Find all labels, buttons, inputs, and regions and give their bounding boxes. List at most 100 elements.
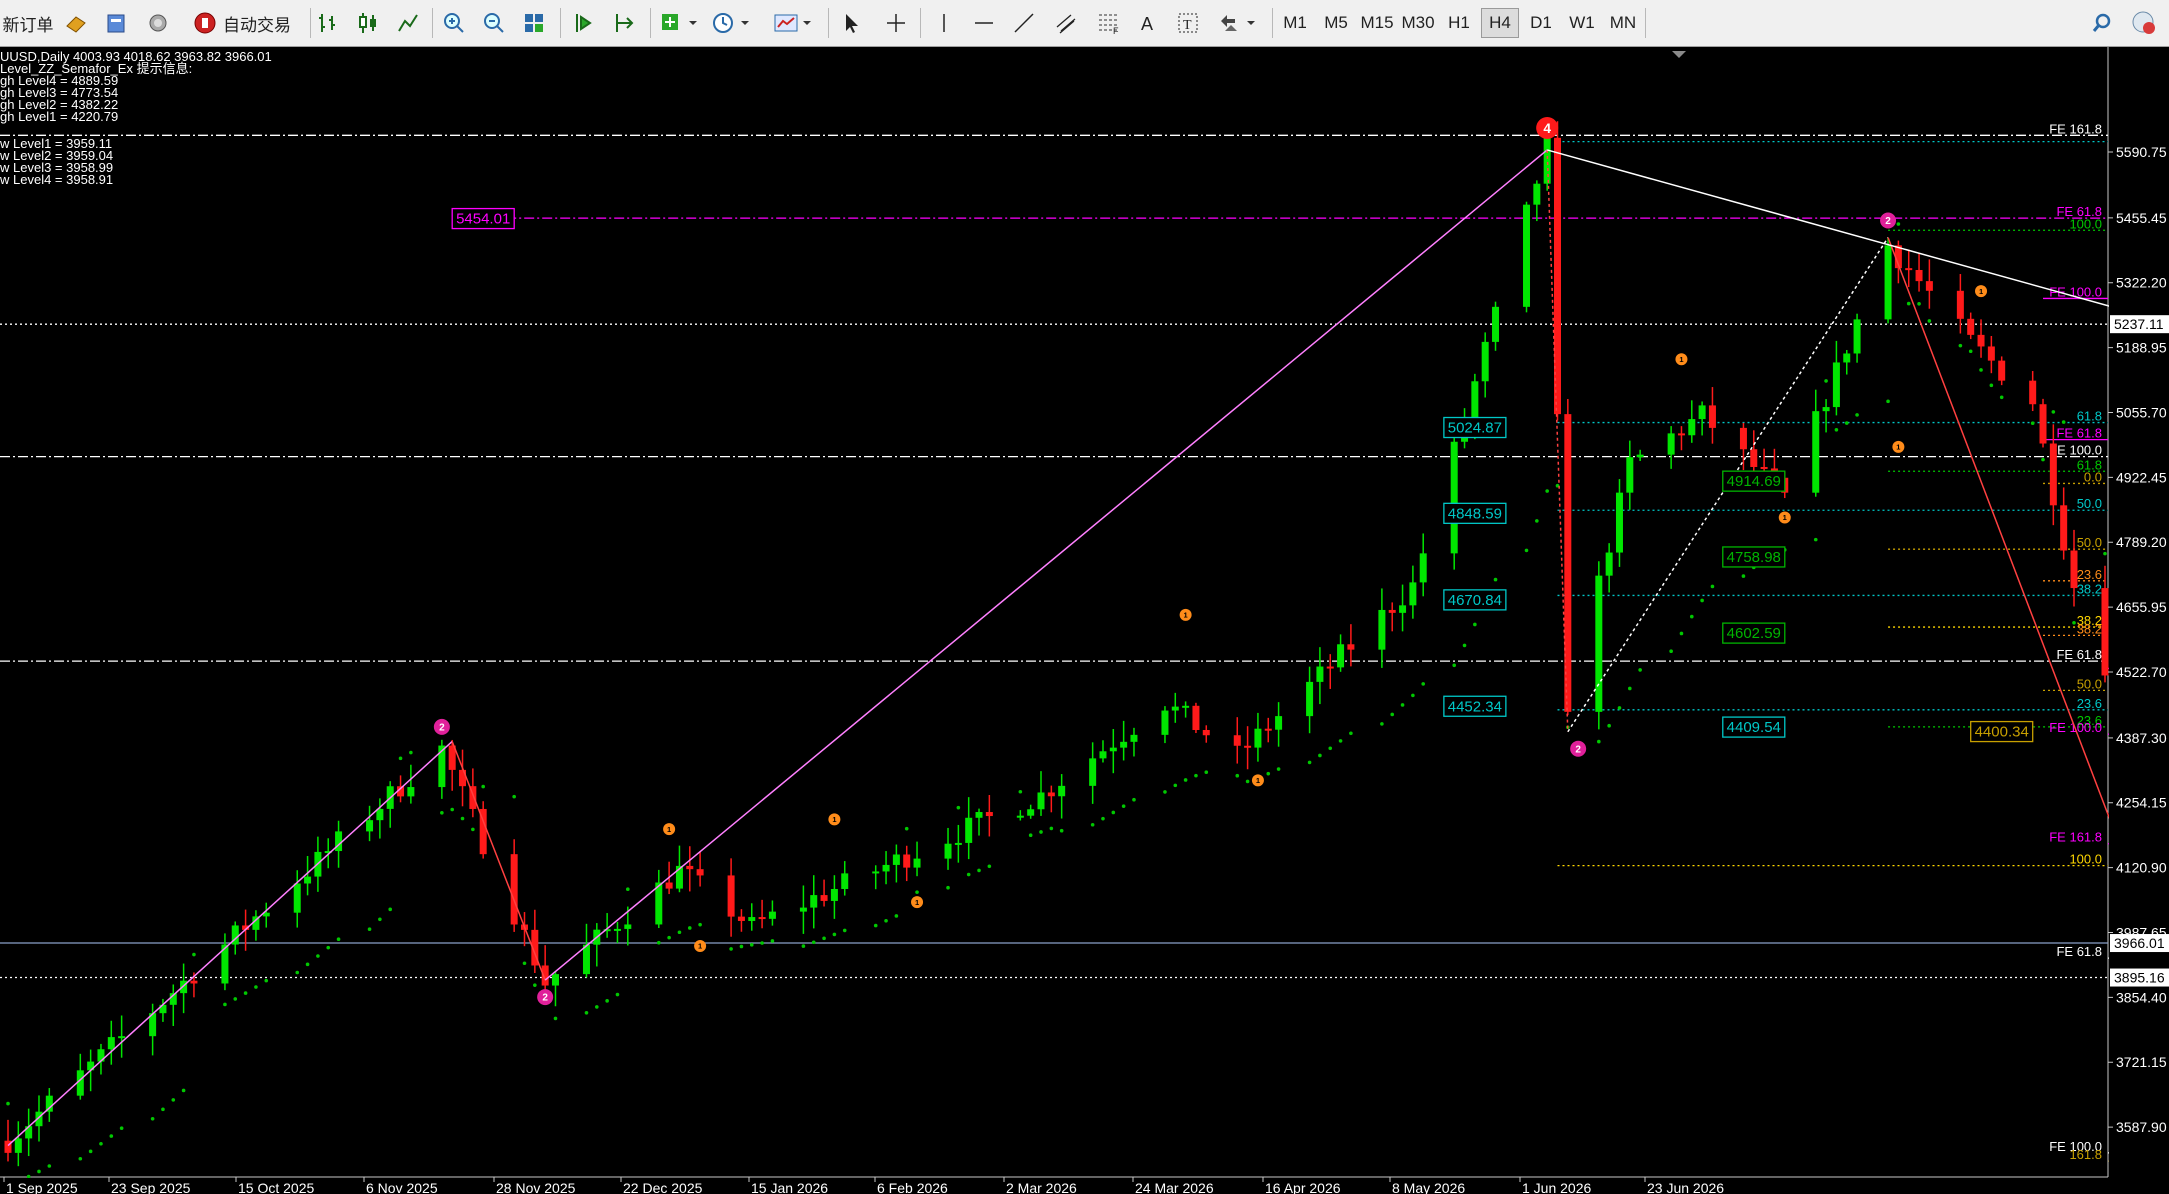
line-chart-icon[interactable] bbox=[392, 6, 424, 40]
price-tick-label: 5322.20 bbox=[2116, 275, 2167, 291]
sar-dot bbox=[1183, 778, 1188, 782]
candle-body bbox=[1492, 306, 1500, 342]
sar-dot bbox=[946, 885, 950, 890]
sar-dot bbox=[956, 805, 961, 810]
candle-body bbox=[1956, 290, 1964, 319]
sar-dot bbox=[1886, 399, 1890, 404]
sar-dot bbox=[1173, 783, 1178, 788]
candle-body bbox=[107, 1037, 115, 1050]
sar-dot bbox=[150, 1116, 155, 1121]
fibonacci-icon[interactable]: F bbox=[1092, 6, 1124, 40]
equidistant-channel-icon[interactable] bbox=[1050, 6, 1082, 40]
template-icon bbox=[774, 14, 811, 32]
sar-dot bbox=[884, 918, 888, 923]
sar-dot bbox=[481, 784, 485, 789]
candle-body bbox=[2101, 588, 2109, 676]
candle-body bbox=[1120, 741, 1128, 748]
zoom-in-icon[interactable] bbox=[438, 6, 470, 40]
candle-body bbox=[1822, 407, 1830, 412]
crosshair-icon[interactable] bbox=[880, 6, 912, 40]
new-order-label: 新订单 bbox=[2, 15, 54, 35]
timeframe-w1[interactable]: W1 bbox=[1563, 8, 1601, 38]
semafor-label: 2 bbox=[1575, 744, 1581, 755]
sar-dot bbox=[832, 932, 837, 937]
candle-body bbox=[965, 817, 973, 843]
candle-body bbox=[975, 812, 983, 818]
arrows-menu-button[interactable] bbox=[1214, 6, 1264, 40]
time-tick-label: 16 Apr 2026 bbox=[1265, 1180, 1341, 1194]
time-tick-label: 2 Mar 2026 bbox=[1006, 1180, 1077, 1194]
time-tick-label: 1 Sep 2025 bbox=[6, 1180, 78, 1194]
candle-body bbox=[1977, 334, 1985, 347]
time-axis: 1 Sep 2025 23 Sep 2025 15 Oct 2025 6 Nov 20… bbox=[0, 1177, 2169, 1194]
price-box-label: 4848.59 bbox=[1448, 505, 1502, 522]
candle-body bbox=[1192, 705, 1200, 730]
search-icon[interactable] bbox=[2088, 6, 2120, 40]
timeframe-m5[interactable]: M5 bbox=[1317, 8, 1355, 38]
sar-dot bbox=[1039, 830, 1043, 834]
bar-chart-icon[interactable] bbox=[312, 6, 344, 40]
candle-body bbox=[2039, 404, 2047, 444]
price-tick-label: 5590.75 bbox=[2116, 144, 2167, 160]
auto-trading-button[interactable]: 自动交易 bbox=[182, 6, 302, 40]
level-label: 0.0 bbox=[2084, 469, 2102, 484]
candle-body bbox=[1481, 341, 1489, 382]
candle-body bbox=[1533, 183, 1541, 205]
trendline-icon[interactable] bbox=[1008, 6, 1040, 40]
sar-dot bbox=[1607, 723, 1611, 728]
horizontal-line-icon[interactable] bbox=[968, 6, 1000, 40]
sar-dot bbox=[1855, 413, 1859, 417]
candle-body bbox=[1636, 454, 1644, 458]
candle-body bbox=[1275, 716, 1283, 730]
timeframe-h1[interactable]: H1 bbox=[1440, 8, 1478, 38]
timeframe-mn[interactable]: MN bbox=[1604, 8, 1642, 38]
signal-icon[interactable] bbox=[142, 6, 174, 40]
candle-body bbox=[1688, 419, 1696, 436]
semafor-label: 1 bbox=[1256, 776, 1260, 785]
candle-body bbox=[1378, 609, 1386, 650]
timeframe-m30[interactable]: M30 bbox=[1399, 8, 1437, 38]
auto-scroll-icon[interactable] bbox=[568, 6, 600, 40]
candle-body bbox=[1037, 792, 1045, 810]
sar-dot bbox=[1411, 693, 1415, 698]
metaeditor-icon[interactable] bbox=[60, 6, 92, 40]
periods-menu-button[interactable] bbox=[708, 6, 758, 40]
candle-body bbox=[1337, 644, 1345, 668]
clock-icon bbox=[713, 13, 749, 33]
text-tool-icon[interactable]: A bbox=[1132, 6, 1164, 40]
sar-dot bbox=[595, 1005, 599, 1009]
templates-menu-button[interactable] bbox=[770, 6, 820, 40]
time-tick-label: 6 Nov 2025 bbox=[366, 1180, 438, 1194]
timeframe-d1[interactable]: D1 bbox=[1522, 8, 1560, 38]
candle-body bbox=[510, 854, 518, 925]
candle-body bbox=[1027, 809, 1035, 816]
sar-dot bbox=[1390, 712, 1395, 717]
candle-body bbox=[1254, 728, 1262, 748]
chart-shift-icon[interactable] bbox=[608, 6, 640, 40]
text-label-icon[interactable]: T bbox=[1172, 6, 1204, 40]
indicators-menu-button[interactable] bbox=[656, 6, 706, 40]
zoom-out-icon[interactable] bbox=[478, 6, 510, 40]
time-tick-label: 15 Oct 2025 bbox=[238, 1180, 314, 1194]
tile-windows-icon[interactable] bbox=[518, 6, 550, 40]
sar-dot bbox=[460, 816, 465, 821]
candle-body bbox=[1884, 245, 1892, 320]
time-tick-label: 6 Feb 2026 bbox=[877, 1180, 948, 1194]
price-axis: 5590.75 5455.45 5322.20 5188.95 5055.70 4922.… bbox=[2108, 47, 2169, 1194]
vertical-line-icon[interactable] bbox=[928, 6, 960, 40]
candle-body bbox=[366, 820, 374, 832]
timeframe-m15[interactable]: M15 bbox=[1358, 8, 1396, 38]
level-label: FE 161.8 bbox=[2049, 121, 2102, 136]
timeframe-m1[interactable]: M1 bbox=[1276, 8, 1314, 38]
sar-dot bbox=[161, 1107, 165, 1112]
cursor-icon[interactable] bbox=[836, 6, 868, 40]
sar-dot bbox=[1328, 746, 1333, 751]
candlestick-icon[interactable] bbox=[352, 6, 384, 40]
new-order-button[interactable]: 新订单 bbox=[0, 6, 56, 40]
price-chart[interactable]: FE 161.8 FE 61.8 100.0 FE 100.0 61.8 FE 61.8 F… bbox=[0, 47, 2169, 1194]
chat-icon[interactable] bbox=[2128, 6, 2160, 40]
history-center-icon[interactable] bbox=[100, 6, 132, 40]
timeframe-h4[interactable]: H4 bbox=[1481, 8, 1519, 38]
sar-dot bbox=[760, 941, 764, 945]
semafor-label: 1 bbox=[1679, 355, 1683, 364]
